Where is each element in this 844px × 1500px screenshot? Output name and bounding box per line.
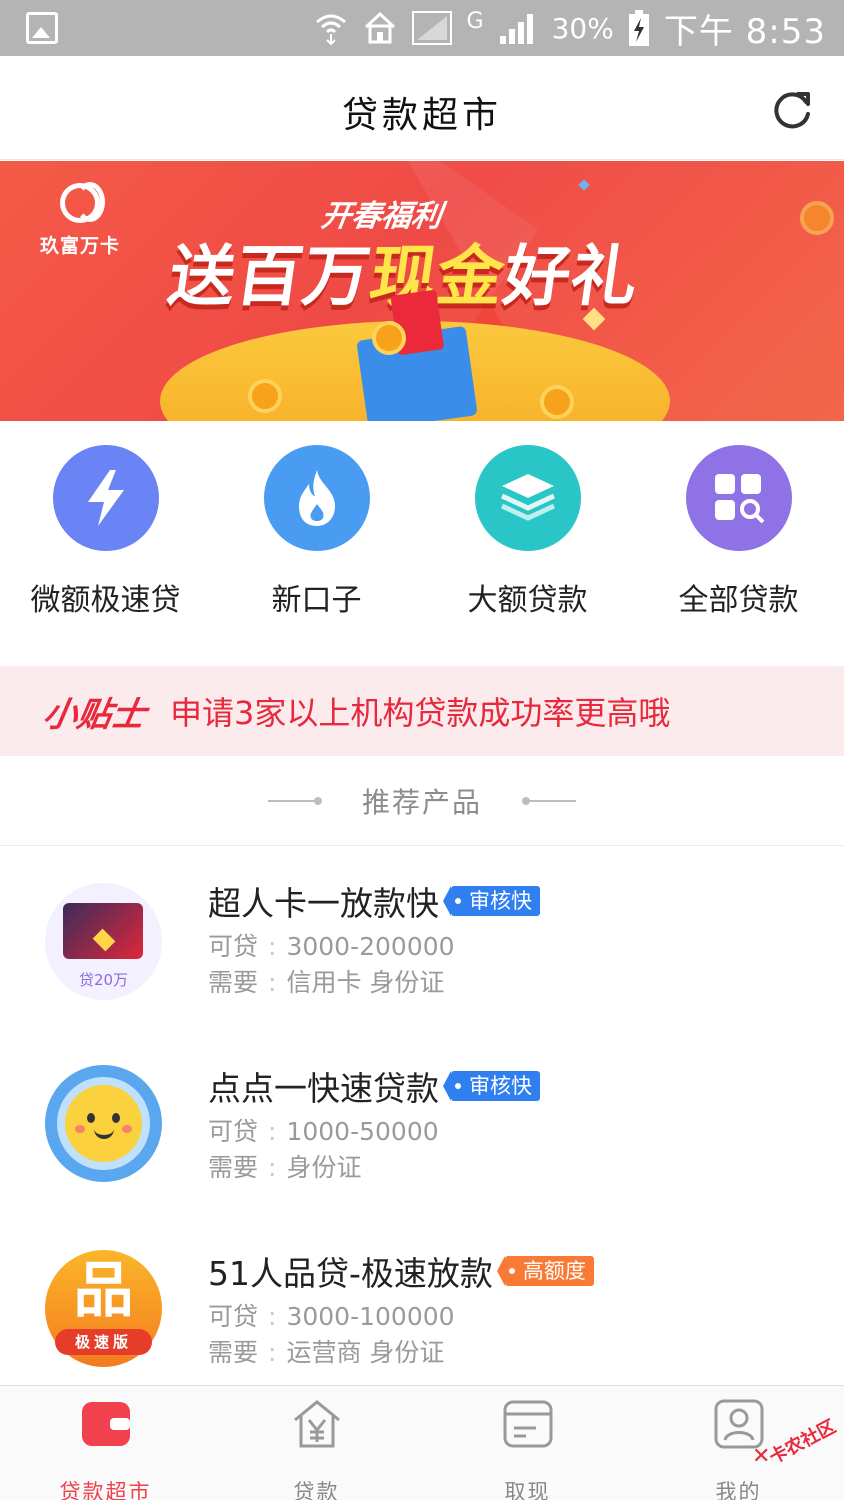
brand-mark-icon — [60, 182, 105, 223]
product-amount: 可贷:3000-200000 — [208, 932, 455, 961]
product-name-row: 点点一快速贷款 审核快 — [208, 1062, 540, 1110]
headline-prefix: 送百万 — [163, 238, 376, 315]
section-title: 推荐产品 — [361, 785, 482, 819]
renpin-logo-icon: 品 极速版 — [45, 1250, 162, 1367]
entry-all-loans[interactable]: 全部贷款 — [633, 445, 844, 619]
clock: 下午 8:53 — [663, 11, 826, 52]
promo-banner[interactable]: 玖富万卡 开春福利 送百万现金好礼 — [0, 161, 844, 421]
tip-text: 申请3家以上机构贷款成功率更高哦 — [170, 694, 671, 732]
tip-title: 小贴士 — [39, 694, 149, 735]
bottom-nav: 贷款超市 贷款 取现 我的 — [0, 1385, 844, 1500]
flame-icon — [263, 445, 370, 551]
entry-label: 全部贷款 — [678, 583, 799, 618]
quick-entries: 微额极速贷 新口子 大额贷款 全部贷款 — [0, 421, 844, 666]
require-value: 身份证 — [286, 1153, 362, 1182]
product-tag: 审核快 — [443, 1071, 540, 1101]
yen-house-icon — [293, 1400, 340, 1448]
product-item[interactable]: 品 极速版 51人品贷-极速放款 高额度 可贷:3000-100000 需要: 运… — [0, 1217, 844, 1385]
wallet-icon — [81, 1402, 130, 1446]
status-icons: G 30% 下午 8:53 — [313, 6, 826, 52]
entry-label: 微额极速贷 — [30, 583, 181, 618]
nav-label: 我的 — [715, 1480, 762, 1500]
watermark-text: 卡农社区 — [765, 1416, 840, 1469]
card-icon — [503, 1400, 552, 1448]
product-name: 点点一快速贷款 — [208, 1069, 439, 1108]
product-name: 超人卡一放款快 — [208, 884, 439, 923]
signal-icon — [499, 14, 533, 44]
nav-label: 贷款 — [293, 1480, 340, 1500]
require-label: 需要 — [208, 968, 259, 997]
amount-label: 可贷 — [208, 1117, 259, 1146]
nav-withdraw[interactable]: 取现 — [422, 1398, 633, 1500]
smiley-logo-icon — [45, 1065, 162, 1182]
product-name-row: 超人卡一放款快 审核快 — [208, 877, 540, 925]
product-amount: 可贷:3000-100000 — [208, 1302, 455, 1331]
section-header: 推荐产品 — [0, 756, 844, 846]
layers-icon — [474, 445, 581, 551]
headline-suffix: 好礼 — [498, 238, 644, 315]
entry-new-loans[interactable]: 新口子 — [211, 445, 422, 619]
product-amount: 可贷:1000-50000 — [208, 1117, 439, 1146]
amount-value: 3000-200000 — [286, 932, 455, 961]
product-requirements: 需要: 身份证 — [208, 1153, 362, 1182]
tip-bar: 小贴士 申请3家以上机构贷款成功率更高哦 — [0, 666, 844, 756]
product-item[interactable]: 贷20万 超人卡一放款快 审核快 可贷:3000-200000 需要: 信用卡 身… — [0, 847, 844, 1032]
brand-name: 玖富万卡 — [39, 235, 120, 257]
page-title: 贷款超市 — [341, 95, 502, 136]
signal-icon — [411, 11, 452, 45]
status-bar: G 30% 下午 8:53 — [0, 0, 844, 56]
nav-loan-market[interactable]: 贷款超市 — [0, 1398, 211, 1500]
nav-label: 贷款超市 — [59, 1480, 152, 1500]
logo-main: 品 — [73, 1256, 134, 1326]
product-name-row: 51人品贷-极速放款 高额度 — [208, 1247, 594, 1295]
logo-caption: 极速版 — [55, 1329, 152, 1355]
product-requirements: 需要: 信用卡 身份证 — [208, 968, 445, 997]
brand-logo: 玖富万卡 — [30, 182, 130, 258]
battery-percent: 30% — [551, 11, 614, 45]
entry-large-loans[interactable]: 大额贷款 — [422, 445, 633, 619]
entry-micro-loan[interactable]: 微额极速贷 — [0, 445, 211, 619]
product-tag: 高额度 — [496, 1256, 594, 1286]
amount-label: 可贷 — [208, 932, 259, 961]
nav-loan[interactable]: 贷款 — [211, 1398, 422, 1500]
product-name: 51人品贷-极速放款 — [208, 1254, 493, 1293]
product-requirements: 需要: 运营商 身份证 — [208, 1338, 445, 1367]
coin-icon — [540, 385, 574, 419]
amount-value: 1000-50000 — [286, 1117, 439, 1146]
nav-label: 取现 — [504, 1480, 551, 1500]
battery-charging-icon — [628, 10, 649, 46]
coin-icon — [248, 379, 282, 413]
amount-label: 可贷 — [208, 1302, 259, 1331]
watermark: ✕ 卡农社区 — [744, 1406, 840, 1478]
product-tag: 审核快 — [443, 886, 540, 916]
entry-label: 新口子 — [271, 583, 362, 618]
require-value: 运营商 身份证 — [286, 1338, 445, 1367]
logo-caption: 贷20万 — [78, 971, 129, 989]
superman-card-logo-icon: 贷20万 — [45, 883, 162, 1000]
coin-icon — [372, 321, 406, 355]
amount-value: 3000-100000 — [286, 1302, 455, 1331]
refresh-icon[interactable] — [770, 88, 814, 132]
app-header: 贷款超市 — [0, 56, 844, 160]
grid-search-icon — [685, 445, 792, 551]
divider — [522, 796, 576, 805]
image-icon — [26, 12, 58, 44]
require-label: 需要 — [208, 1338, 259, 1367]
require-value: 信用卡 身份证 — [286, 968, 445, 997]
entry-label: 大额贷款 — [467, 583, 588, 618]
network-type: G — [466, 8, 484, 34]
require-label: 需要 — [208, 1153, 259, 1182]
lightning-icon — [52, 445, 159, 551]
product-item[interactable]: 点点一快速贷款 审核快 可贷:1000-50000 需要: 身份证 — [0, 1032, 844, 1217]
divider — [267, 796, 322, 805]
wifi-icon — [315, 14, 346, 46]
coin-icon — [800, 201, 834, 235]
home-icon — [364, 11, 395, 44]
